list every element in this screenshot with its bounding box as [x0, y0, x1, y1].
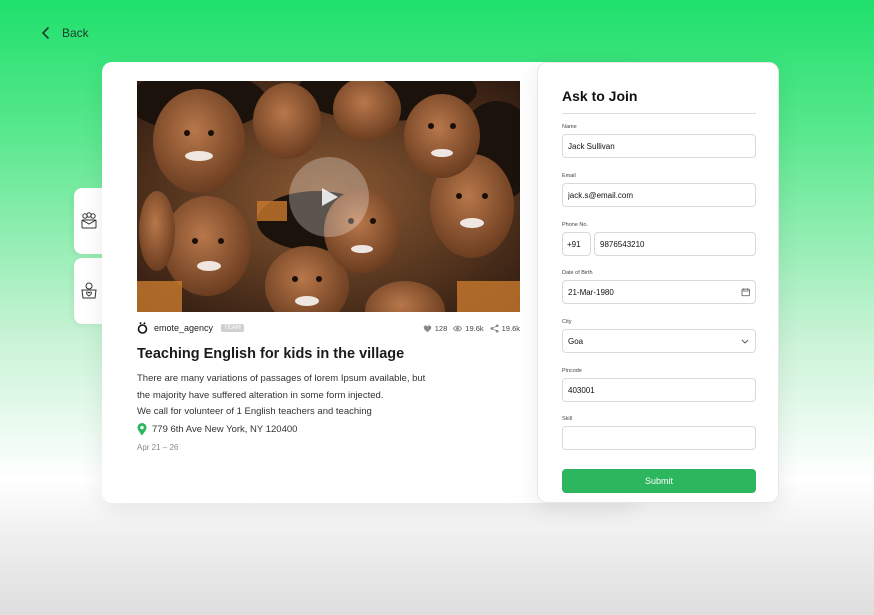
skill-label: Skill	[562, 416, 573, 422]
email-label: Email	[562, 173, 576, 179]
form-divider	[562, 113, 756, 114]
name-label: Name	[562, 124, 577, 130]
location-text: 779 6th Ave New York, NY 120400	[152, 424, 298, 435]
likes-count: 128	[434, 323, 448, 333]
play-button[interactable]	[289, 157, 369, 237]
eye-icon	[453, 325, 463, 331]
skill-input-box	[562, 426, 756, 450]
dob-label: Date of Birth	[562, 270, 593, 276]
pincode-input[interactable]	[568, 385, 750, 395]
event-video[interactable]	[137, 81, 520, 312]
city-value: Goa	[568, 336, 584, 346]
join-form: Ask to Join Name Email Phone No. Date of…	[537, 62, 779, 503]
phone-field: Phone No.	[562, 222, 756, 256]
pincode-field: Pincode	[562, 368, 756, 402]
submit-button[interactable]: Submit	[562, 469, 756, 493]
group-icon	[81, 212, 97, 229]
phone-row	[562, 232, 756, 256]
phone-code-input[interactable]	[567, 239, 586, 249]
email-input[interactable]	[568, 190, 750, 200]
description-line: There are many variations of passages of…	[137, 373, 426, 384]
description-line: the majority have suffered alteration in…	[137, 389, 384, 401]
shares-stat[interactable]: 19.6k	[490, 324, 520, 333]
author[interactable]: emote_agency TEAM	[137, 322, 244, 334]
team-badge: TEAM	[221, 324, 244, 332]
skill-field: Skill	[562, 416, 756, 450]
name-input-box	[562, 134, 756, 158]
skill-input[interactable]	[568, 433, 750, 443]
back-button[interactable]: Back	[40, 26, 89, 40]
agency-logo-icon	[137, 322, 148, 334]
city-label: City	[562, 319, 572, 325]
views-stat: 19.6k	[453, 323, 484, 333]
likes-stat[interactable]: 128	[423, 323, 448, 333]
author-name: emote_agency	[154, 323, 214, 333]
dob-input-box	[562, 280, 756, 304]
dob-input[interactable]	[568, 287, 741, 297]
phone-code-box	[562, 232, 591, 256]
description-line: We call for volunteer of 1 English teach…	[137, 406, 372, 417]
donation-icon	[81, 282, 97, 299]
shares-count: 19.6k	[501, 323, 520, 333]
back-label: Back	[62, 26, 89, 40]
post-title: Teaching English for kids in the village	[137, 346, 405, 362]
name-field: Name	[562, 124, 756, 158]
phone-number-input[interactable]	[600, 239, 750, 249]
play-icon	[322, 188, 338, 206]
post-description: There are many variations of passages of…	[137, 371, 467, 421]
dob-field: Date of Birth	[562, 270, 756, 304]
side-tab-group[interactable]	[74, 188, 104, 254]
post-meta: emote_agency TEAM 128 19.6k 19.6k	[137, 320, 520, 336]
city-select[interactable]: Goa	[562, 329, 756, 353]
location-pin-icon	[137, 423, 147, 436]
pincode-input-box	[562, 378, 756, 402]
email-field: Email	[562, 173, 756, 207]
share-icon	[490, 323, 499, 333]
name-input[interactable]	[568, 141, 750, 151]
side-tabs	[74, 188, 104, 324]
side-tab-donate[interactable]	[74, 258, 104, 324]
email-input-box	[562, 183, 756, 207]
heart-icon	[423, 324, 432, 332]
city-field: City Goa	[562, 319, 756, 353]
post-dates: Apr 21 – 26	[137, 443, 179, 452]
calendar-icon[interactable]	[741, 287, 750, 297]
chevron-down-icon	[741, 339, 749, 344]
chevron-left-icon	[42, 27, 49, 39]
phone-number-box	[594, 232, 756, 256]
pincode-label: Pincode	[562, 368, 582, 374]
post-location: 779 6th Ave New York, NY 120400	[137, 423, 297, 436]
phone-label: Phone No.	[562, 222, 588, 228]
form-title: Ask to Join	[562, 88, 638, 104]
views-count: 19.6k	[465, 323, 484, 333]
post-stats: 128 19.6k 19.6k	[423, 324, 520, 333]
